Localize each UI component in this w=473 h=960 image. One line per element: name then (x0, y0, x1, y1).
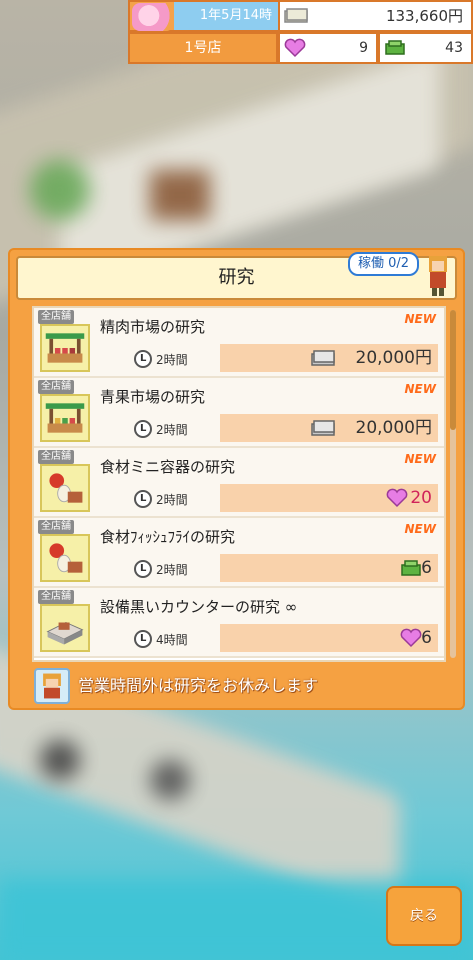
research-name: 精肉市場の研究 (100, 318, 206, 336)
cherry-blossom-icon (132, 3, 174, 31)
market-stall-icon (40, 324, 90, 372)
panel-header: 研究 稼働 0/2 (16, 252, 457, 300)
research-cost: 20 (410, 488, 432, 508)
research-cost: 20,000円 (355, 418, 432, 438)
back-button[interactable]: 戻る (386, 886, 462, 946)
new-label: NEW (404, 452, 436, 466)
counter-icon (40, 604, 90, 652)
hearts-cell: 9 (278, 32, 378, 64)
research-duration: 2時間 (156, 353, 188, 367)
research-panel: 研究 稼働 0/2 全店舗 精肉市場の研究 NEW L 2時間 20,000円 … (8, 248, 465, 710)
research-item[interactable]: 全店舗 青果市場の研究 NEW L 2時間 20,000円 (34, 378, 444, 448)
money-icon (311, 420, 335, 436)
date-cell: 1年5月14時 (128, 0, 278, 32)
game-date: 1年5月14時 (174, 2, 278, 30)
clock-icon: L (134, 420, 152, 438)
all-stores-badge: 全店舗 (38, 450, 74, 464)
research-name: 青果市場の研究 (100, 388, 206, 406)
all-stores-badge: 全店舗 (38, 590, 74, 604)
research-item[interactable]: 全店舗 食材ﾌｨｯｼｭﾌﾗｲの研究 NEW L 2時間 6 (34, 518, 444, 588)
researcher-portrait-icon (34, 668, 70, 704)
research-name: 食材ﾌｨｯｼｭﾌﾗｲの研究 (100, 528, 236, 546)
research-cost: 20,000円 (355, 348, 432, 368)
research-name: 設備黒いカウンターの研究 ∞ (100, 598, 298, 616)
all-stores-badge: 全店舗 (38, 520, 74, 534)
panel-footer: 営業時間外は研究をお休みします (32, 668, 446, 704)
heart-icon (284, 38, 306, 58)
green-block-icon (385, 40, 405, 55)
research-cost: 6 (421, 558, 432, 578)
research-status-badge: 稼働 0/2 (347, 252, 419, 276)
research-list[interactable]: 全店舗 精肉市場の研究 NEW L 2時間 20,000円 全店舗 青果市場の研… (32, 306, 446, 662)
new-label: NEW (404, 312, 436, 326)
all-stores-badge: 全店舗 (38, 380, 74, 394)
new-label: NEW (404, 382, 436, 396)
research-cost: 6 (421, 628, 432, 648)
heart-icon (386, 488, 408, 508)
fish-fry-icon (40, 534, 90, 582)
research-item[interactable]: 全店舗 設備黒いカウンターの研究 ∞ L 4時間 6 (34, 588, 444, 658)
research-duration: 2時間 (156, 423, 188, 437)
gems-cell: 43 (378, 32, 473, 64)
research-duration: 4時間 (156, 633, 188, 647)
money-cell: 133,660円 (278, 0, 473, 32)
research-duration: 2時間 (156, 493, 188, 507)
food-container-icon (40, 464, 90, 512)
cost-box: 20 (220, 484, 438, 512)
heart-icon (400, 628, 422, 648)
green-block-icon (401, 560, 421, 576)
gems-count: 43 (445, 40, 463, 56)
panel-notice: 営業時間外は研究をお休みします (78, 676, 319, 695)
list-scrollbar[interactable] (450, 310, 456, 658)
top-hud: 1年5月14時 133,660円 1号店 9 43 (128, 0, 473, 66)
researcher-character-icon (429, 256, 447, 296)
produce-stall-icon (40, 394, 90, 442)
clock-icon: L (134, 350, 152, 368)
research-item[interactable]: 全店舗 食材ミニ容器の研究 NEW L 2時間 20 (34, 448, 444, 518)
new-label: NEW (404, 522, 436, 536)
cost-box: 6 (220, 624, 438, 652)
money-icon (311, 350, 335, 366)
clock-icon: L (134, 630, 152, 648)
money-amount: 133,660円 (385, 7, 463, 25)
all-stores-badge: 全店舗 (38, 310, 74, 324)
cost-box: 20,000円 (220, 344, 438, 372)
research-duration: 2時間 (156, 563, 188, 577)
hearts-count: 9 (359, 40, 368, 56)
cost-box: 20,000円 (220, 414, 438, 442)
research-name: 食材ミニ容器の研究 (100, 458, 236, 476)
money-icon (284, 8, 308, 23)
scrollbar-thumb[interactable] (450, 310, 456, 430)
clock-icon: L (134, 560, 152, 578)
cost-box: 6 (220, 554, 438, 582)
clock-icon: L (134, 490, 152, 508)
store-name: 1号店 (128, 32, 278, 64)
research-item[interactable]: 全店舗 精肉市場の研究 NEW L 2時間 20,000円 (34, 308, 444, 378)
